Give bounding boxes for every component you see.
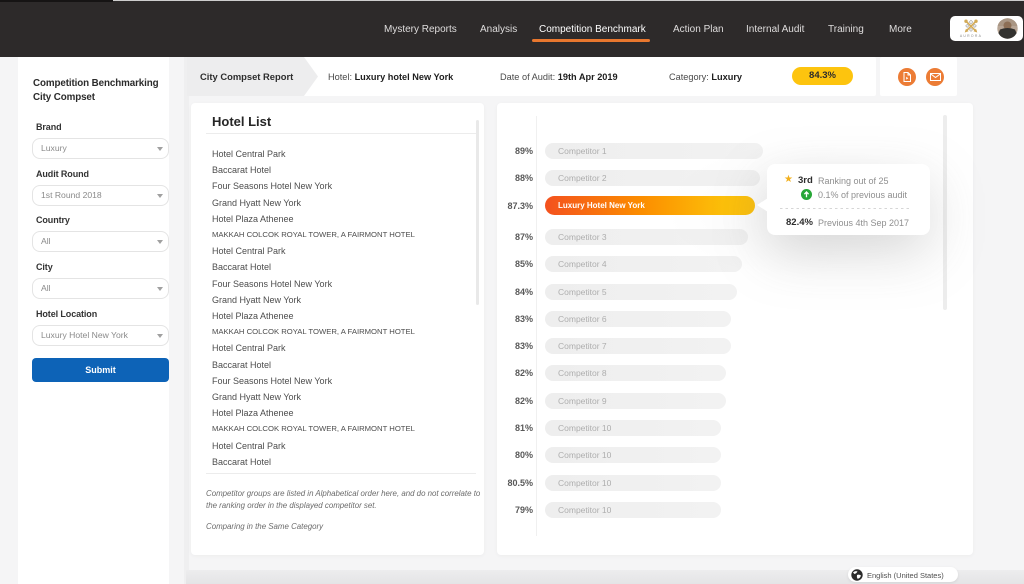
svg-text:AURORA: AURORA (960, 34, 982, 38)
